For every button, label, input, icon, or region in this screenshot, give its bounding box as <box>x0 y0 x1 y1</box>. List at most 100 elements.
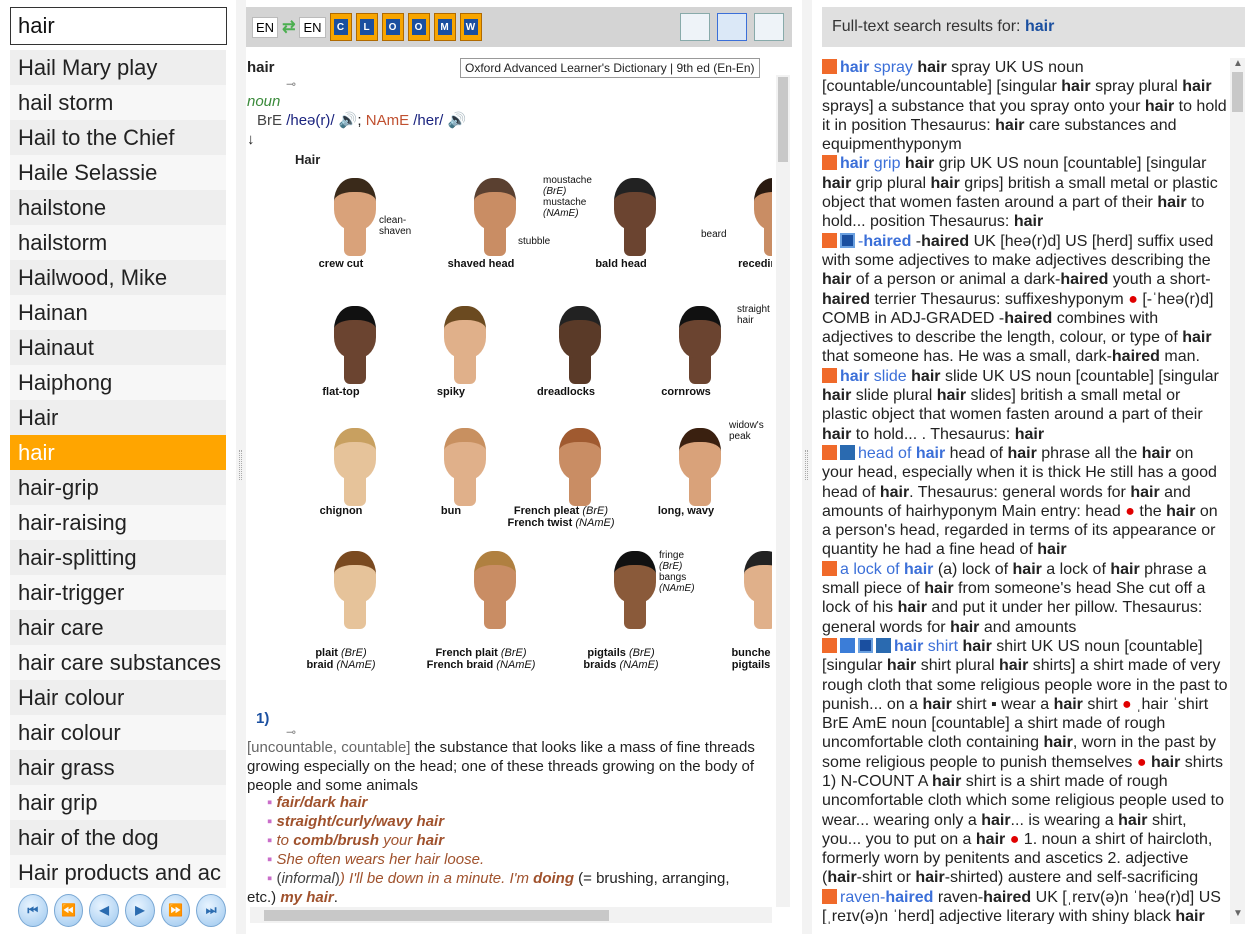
dictionary-icon <box>822 232 837 248</box>
hairstyle-portrait <box>734 543 772 633</box>
search-input[interactable] <box>10 7 227 45</box>
word-list-item[interactable]: Hair products and ac <box>10 855 226 888</box>
dictionary-icon <box>840 232 855 248</box>
oxford-thesaurus-icon[interactable]: O <box>407 13 430 41</box>
hairstyle-portrait <box>604 543 666 633</box>
collins-dict-icon[interactable]: C <box>329 13 352 41</box>
word-list-item[interactable]: hair care <box>10 610 226 645</box>
speaker-icon[interactable]: 🔊 <box>447 112 466 129</box>
dictionary-icon <box>840 637 855 653</box>
sense-number: 1) <box>256 710 270 727</box>
figure-caption: French plait (BrE) French braid (NAmE) <box>426 647 536 671</box>
dictionary-icon <box>822 888 837 904</box>
longman-dict-icon[interactable]: L <box>355 13 378 41</box>
dictionary-source-label[interactable]: Oxford Advanced Learner's Dictionary | 9… <box>460 58 760 78</box>
word-list-item[interactable]: Hail Mary play <box>10 50 226 85</box>
first-page-icon[interactable]: ⏮ <box>18 893 48 927</box>
word-list-item[interactable]: Hailwood, Mike <box>10 260 226 295</box>
article-toolbar: EN ⇄ EN C L O O M W <box>246 7 792 47</box>
key-icon[interactable]: ⊸ <box>286 725 296 739</box>
figure-caption: long, wavy <box>657 505 715 517</box>
figure-annotation: widow's peak <box>729 420 764 442</box>
prev-page-icon[interactable]: ⏪ <box>53 893 84 927</box>
result-item[interactable]: hair spray hair spray UK US noun [counta… <box>822 58 1228 154</box>
figure-caption: French pleat (BrE) French twist (NAmE) <box>507 505 615 529</box>
word-list-item[interactable]: hair-raising <box>10 505 226 540</box>
word-list-item[interactable]: Hair colour <box>10 680 226 715</box>
article-horizontal-scrollbar[interactable] <box>250 907 772 923</box>
result-item[interactable]: hair grip hair grip UK US noun [countabl… <box>822 154 1228 231</box>
hairstyle-portrait <box>464 543 526 633</box>
figure-caption: receding <box>738 258 772 270</box>
figure-caption: crew cut <box>318 258 364 270</box>
hairstyle-portrait <box>434 298 496 388</box>
dictionary-icon <box>822 637 837 653</box>
left-splitter[interactable] <box>236 0 246 934</box>
hairstyle-portrait <box>324 298 386 388</box>
results-query: hair <box>1024 18 1055 35</box>
next-icon[interactable]: ▶ <box>125 893 155 927</box>
last-icon[interactable]: ⏭ <box>196 893 227 927</box>
figure-caption: shaved head <box>447 258 515 270</box>
article-pane: EN ⇄ EN C L O O M W hair ⊸ Oxford Advanc… <box>246 0 792 934</box>
word-list-item[interactable]: hailstone <box>10 190 226 225</box>
word-list-item[interactable]: hair colour <box>10 715 226 750</box>
word-list-item[interactable]: hair grip <box>10 785 226 820</box>
hairstyle-portrait <box>744 170 772 260</box>
hairstyle-portrait <box>669 420 731 510</box>
results-list[interactable]: hair spray hair spray UK US noun [counta… <box>822 58 1228 924</box>
prev-icon[interactable]: ◀ <box>89 893 120 927</box>
word-list-item[interactable]: Hainan <box>10 295 226 330</box>
right-splitter[interactable] <box>802 0 812 934</box>
word-list-item[interactable]: Haiphong <box>10 365 226 400</box>
expand-arrow-icon[interactable]: ↓ <box>247 131 255 148</box>
word-list-item[interactable]: hair-splitting <box>10 540 226 575</box>
word-list-item[interactable]: hair grass <box>10 750 226 785</box>
view-table-icon[interactable] <box>754 13 784 41</box>
result-item[interactable]: -haired -haired UK [heə(r)d] US [herd] s… <box>822 232 1228 367</box>
figure-annotation: straight hair <box>737 304 770 326</box>
macmillan-dict-icon[interactable]: M <box>433 13 456 41</box>
hairstyle-portrait <box>324 420 386 510</box>
word-list-item[interactable]: hail storm <box>10 85 226 120</box>
result-item[interactable]: head of hair head of hair phrase all the… <box>822 444 1228 560</box>
dictionary-icon <box>822 560 837 576</box>
hairstyle-portrait <box>434 420 496 510</box>
source-language[interactable]: EN <box>252 16 279 38</box>
result-item[interactable]: hair slide hair slide UK US noun [counta… <box>822 367 1228 444</box>
navigation-bar: ⏮ ⏪ ◀ ▶ ⏩ ⏭ <box>10 890 227 930</box>
swap-languages-icon[interactable]: ⇄ <box>282 17 295 37</box>
result-item[interactable]: hair shirt hair shirt UK US noun [counta… <box>822 637 1228 888</box>
view-single-icon[interactable] <box>680 13 710 41</box>
article-vertical-scrollbar[interactable] <box>776 75 790 907</box>
word-list-item[interactable]: Hail to the Chief <box>10 120 226 155</box>
word-list[interactable]: Hail Mary play hail storm Hail to the Chie… <box>10 50 226 888</box>
word-list-item[interactable]: Hair <box>10 400 226 435</box>
wordnet-dict-icon[interactable]: W <box>459 13 482 41</box>
word-list-item[interactable]: hair-grip <box>10 470 226 505</box>
word-list-item[interactable]: hair of the dog <box>10 820 226 855</box>
word-list-item[interactable]: hailstorm <box>10 225 226 260</box>
figure-annotation: fringe (BrE) bangs (NAmE) <box>659 550 695 594</box>
results-header: Full-text search results for: hair <box>822 7 1245 47</box>
word-list-item[interactable]: hair-trigger <box>10 575 226 610</box>
pronunciation: BrE /heə(r)/ 🔊; NAmE /her/ 🔊 <box>257 112 467 129</box>
result-item[interactable]: raven-haired raven-haired UK [ˌreɪv(ə)n … <box>822 888 1228 924</box>
target-language[interactable]: EN <box>299 16 326 38</box>
speaker-icon[interactable]: 🔊 <box>339 112 358 129</box>
hairstyle-portrait <box>604 170 666 260</box>
word-list-item[interactable]: Haile Selassie <box>10 155 226 190</box>
results-vertical-scrollbar[interactable]: ▲ ▼ <box>1230 58 1245 924</box>
figure-caption: flat-top <box>322 386 360 398</box>
view-list-icon[interactable] <box>717 13 747 41</box>
key-icon[interactable]: ⊸ <box>286 77 296 91</box>
oxford-dict-icon[interactable]: O <box>381 13 404 41</box>
word-list-item[interactable]: Hainaut <box>10 330 226 365</box>
dictionary-icon <box>822 367 837 383</box>
word-list-item[interactable]: hair <box>10 435 226 470</box>
result-item[interactable]: a lock of hair (a) lock of hair a lock o… <box>822 560 1228 637</box>
word-list-item[interactable]: hair care substances <box>10 645 226 680</box>
dictionary-icon <box>822 59 837 74</box>
definition: [uncountable, countable] the substance t… <box>247 739 755 794</box>
next-page-icon[interactable]: ⏩ <box>160 893 191 927</box>
